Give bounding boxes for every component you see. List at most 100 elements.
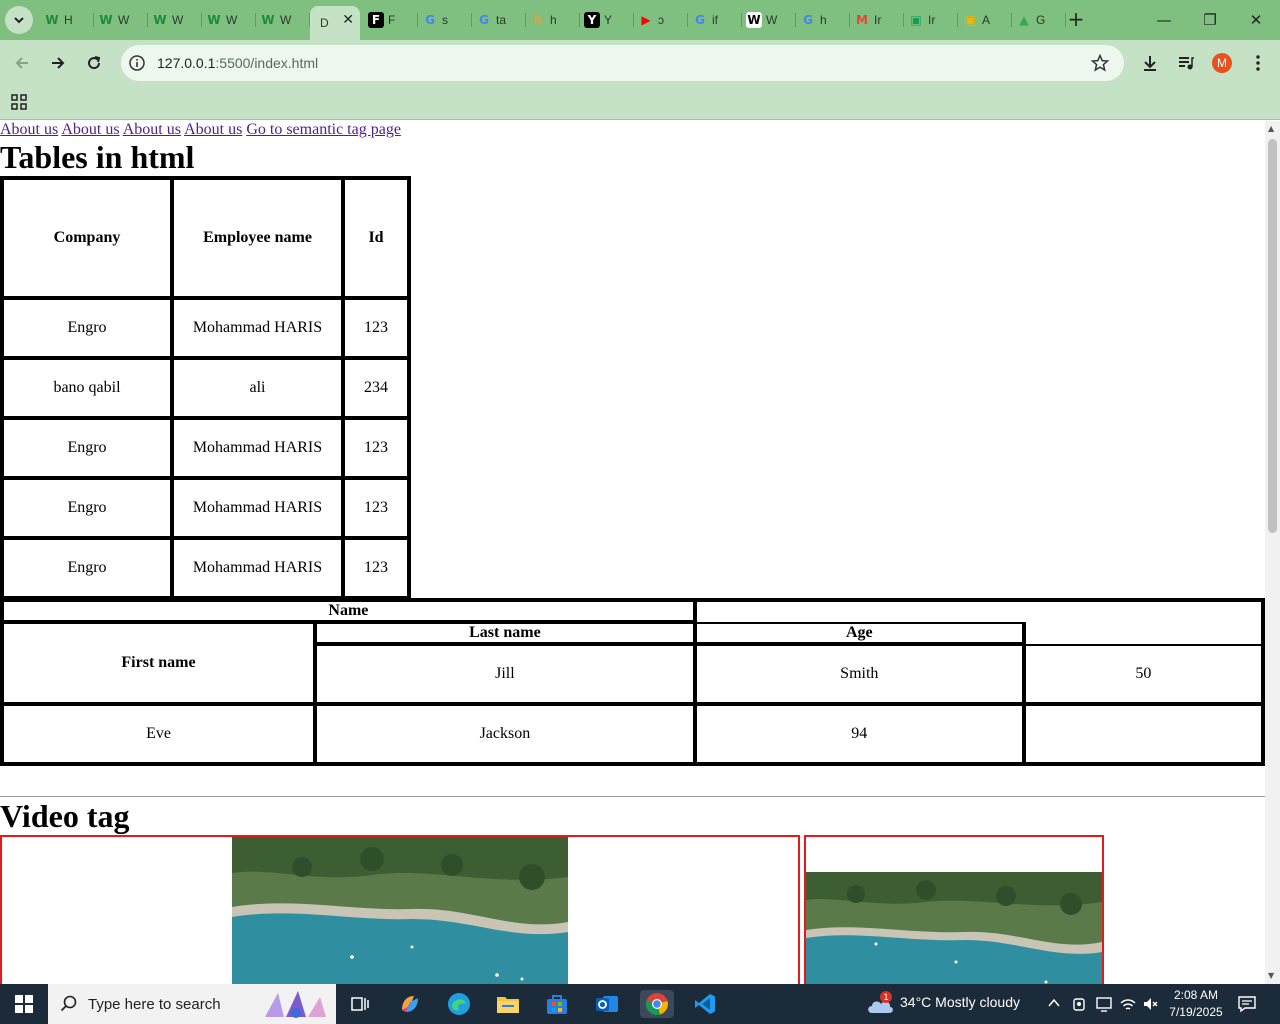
browser-tab[interactable]: hh <box>526 7 580 33</box>
restore-button[interactable]: ❐ <box>1200 10 1220 30</box>
browser-tab[interactable]: WW <box>202 7 256 33</box>
vscode-icon <box>695 994 715 1014</box>
downloads-button[interactable] <box>1138 51 1162 75</box>
scrollbar-thumb[interactable] <box>1268 139 1277 533</box>
about-us-link-3[interactable]: About us <box>123 121 181 138</box>
tables-heading: Tables in html <box>0 139 195 175</box>
table-row: Engro Mohammad HARIS 123 <box>2 538 409 598</box>
table-row: Eve Jackson 94 <box>2 704 1263 764</box>
taskbar-search-box[interactable]: Type here to search <box>48 984 336 1024</box>
browser-tab[interactable]: ▶ ɔ <box>634 7 688 33</box>
table-header-row: Name <box>2 600 1263 622</box>
minimize-button[interactable]: — <box>1154 10 1174 30</box>
empty-cell <box>1023 622 1263 644</box>
file-explorer-app[interactable] <box>494 990 522 1018</box>
tab-title: if <box>712 13 718 27</box>
browser-tab[interactable]: ▲ G <box>1012 7 1066 33</box>
microsoft-store-app[interactable] <box>543 990 571 1018</box>
forward-arrow-icon <box>52 57 65 69</box>
task-view-button[interactable] <box>346 990 374 1018</box>
copilot-app[interactable] <box>396 990 424 1018</box>
wifi-icon[interactable] <box>1120 996 1136 1012</box>
apps-button[interactable] <box>11 94 27 114</box>
tab-favicon-icon: ▣ <box>910 13 922 27</box>
store-bag-icon <box>547 995 567 1014</box>
start-button[interactable] <box>10 990 38 1018</box>
employee-table: Company Employee name Id Engro Mohammad … <box>0 176 411 600</box>
tab-search-button[interactable] <box>5 6 33 34</box>
tab-title: W <box>226 13 238 27</box>
outlook-app[interactable] <box>593 990 621 1018</box>
age-cell: 94 <box>694 704 1024 764</box>
first-name-header: First name <box>2 622 315 704</box>
chrome-app[interactable] <box>640 990 674 1018</box>
browser-tab[interactable]: YY <box>580 7 634 33</box>
browser-menu-button[interactable] <box>1246 51 1270 75</box>
weather-text[interactable]: 34°C Mostly cloudy <box>900 994 1020 1010</box>
browser-tab[interactable]: ▣ Ir <box>904 7 958 33</box>
tab-title: W <box>172 13 184 27</box>
browser-tab[interactable]: FF <box>364 7 418 33</box>
scroll-down-icon[interactable]: ▼ <box>1268 971 1274 980</box>
tab-favicon-icon: G <box>695 13 705 27</box>
edge-app[interactable] <box>445 990 473 1018</box>
browser-tab[interactable]: WH <box>40 7 94 33</box>
search-placeholder: Type here to search <box>88 996 221 1013</box>
browser-tab[interactable]: WW <box>94 7 148 33</box>
browser-tab[interactable]: M Ir <box>850 7 904 33</box>
folder-icon <box>497 997 519 1013</box>
site-info-icon[interactable] <box>129 55 145 71</box>
chevron-up-icon[interactable] <box>1048 998 1060 1008</box>
tab-favicon-icon: W <box>261 13 275 27</box>
task-view-icon <box>351 997 369 1011</box>
url-host: 127.0.0.1 <box>157 55 216 71</box>
tab-favicon-icon: W <box>153 13 167 27</box>
tab-title: G <box>1036 13 1046 27</box>
page-viewport: About us About us About us About us Go t… <box>0 121 1265 984</box>
scroll-up-icon[interactable]: ▲ <box>1268 124 1274 133</box>
about-us-link-2[interactable]: About us <box>61 121 119 138</box>
page-scrollbar[interactable]: ▲ ▼ <box>1265 121 1280 984</box>
video-player-1[interactable] <box>0 835 800 984</box>
display-icon[interactable] <box>1096 996 1112 1012</box>
tab-close-icon[interactable]: ✕ <box>342 12 354 28</box>
search-highlight-icon <box>265 991 326 1018</box>
meet-now-icon[interactable] <box>1072 996 1086 1012</box>
browser-tab[interactable]: WW <box>256 7 310 33</box>
new-tab-button[interactable]: + <box>1066 9 1086 29</box>
back-button[interactable] <box>10 51 34 75</box>
semantic-tag-page-link[interactable]: Go to semantic tag page <box>246 121 401 138</box>
bookmark-star-icon[interactable] <box>1091 54 1109 72</box>
reload-button[interactable] <box>82 51 106 75</box>
video-player-2[interactable] <box>804 835 1104 984</box>
first-name-cell: Jill <box>315 644 695 704</box>
volume-muted-icon[interactable] <box>1142 996 1158 1012</box>
tab-title: h <box>550 13 557 27</box>
table-header-row: First name Last name Age <box>2 622 1263 704</box>
age-cell: 50 <box>1023 644 1263 704</box>
tab-title: A <box>982 13 991 27</box>
notifications-icon[interactable] <box>1238 995 1256 1013</box>
browser-tab[interactable]: WW <box>742 7 796 33</box>
browser-tab[interactable]: WW <box>148 7 202 33</box>
system-clock[interactable]: 2:08 AM 7/19/2025 <box>1166 987 1226 1021</box>
close-window-button[interactable]: ✕ <box>1246 10 1266 30</box>
tab-favicon-icon: h <box>533 13 543 27</box>
address-bar[interactable]: 127.0.0.1:5500/index.html <box>121 45 1124 81</box>
about-us-link-4[interactable]: About us <box>184 121 242 138</box>
browser-tab[interactable]: Gh <box>796 7 850 33</box>
last-name-cell: Smith <box>694 644 1024 704</box>
tab-strip: W H W W W W W W W W D ✕ F F Gs Gta h h Y Y ▶ ɔ Gif W W Gh M Ir ▣ Ir ▣ A… <box>0 0 1280 40</box>
browser-tab[interactable]: Gif <box>688 7 742 33</box>
browser-tab[interactable]: D ✕ <box>310 6 360 40</box>
media-control-button[interactable] <box>1174 51 1198 75</box>
browser-tab[interactable]: Gta <box>472 7 526 33</box>
browser-tab[interactable]: Gs <box>418 7 472 33</box>
forward-button[interactable] <box>46 51 70 75</box>
nav-links: About us About us About us About us Go t… <box>0 121 401 139</box>
profile-avatar[interactable]: M <box>1210 51 1234 75</box>
about-us-link-1[interactable]: About us <box>0 121 58 138</box>
browser-tab[interactable]: ▣ A <box>958 7 1012 33</box>
vscode-app[interactable] <box>691 990 719 1018</box>
first-name-cell: Eve <box>2 704 315 764</box>
